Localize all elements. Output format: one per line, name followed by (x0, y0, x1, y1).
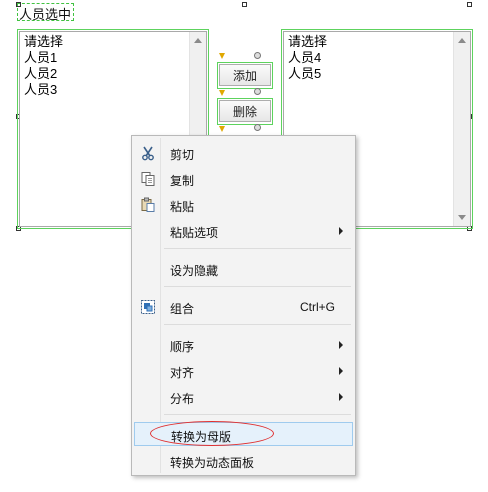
connector-dot-icon (254, 124, 261, 131)
menu-item-label: 组合 (170, 302, 195, 316)
menu-item-label: 粘贴 (170, 200, 195, 214)
menu-item-copy[interactable]: 复制 (134, 167, 353, 191)
right-list-scrollbar[interactable] (453, 32, 470, 226)
menu-item-convert-dynamic-panel[interactable]: 转换为动态面板 (134, 449, 353, 473)
menu-item-order[interactable]: 顺序 (134, 333, 353, 357)
menu-item-label: 顺序 (170, 340, 195, 354)
menu-item-label: 转换为动态面板 (170, 456, 255, 470)
menu-item-label: 分布 (170, 392, 195, 406)
list-item[interactable]: 人员2 (24, 66, 57, 82)
delete-button[interactable]: 删除 (219, 100, 271, 122)
menu-item-group[interactable]: 组合 Ctrl+G (134, 295, 353, 319)
list-item[interactable]: 人员3 (24, 82, 57, 98)
menu-item-label: 粘贴选项 (170, 226, 219, 240)
scroll-down-icon[interactable] (458, 215, 466, 220)
widget-title[interactable]: 人员选中 (19, 4, 71, 23)
menu-item-set-hidden[interactable]: 设为隐藏 (134, 257, 353, 281)
menu-item-label: 设为隐藏 (170, 264, 219, 278)
menu-separator (164, 414, 351, 415)
menu-item-distribute[interactable]: 分布 (134, 385, 353, 409)
menu-item-paste[interactable]: 粘贴 (134, 193, 353, 217)
submenu-arrow-icon (339, 393, 343, 401)
connector-dot-icon (254, 52, 261, 59)
connector-dot-icon (254, 88, 261, 95)
scroll-up-icon[interactable] (194, 38, 202, 43)
list-item[interactable]: 请选择 (24, 34, 63, 50)
copy-icon (141, 172, 155, 186)
interaction-marker-icon (219, 126, 225, 132)
interaction-marker-icon (219, 90, 225, 96)
group-icon (141, 300, 155, 314)
list-item[interactable]: 人员4 (288, 50, 321, 66)
menu-item-label: 对齐 (170, 366, 195, 380)
menu-separator (164, 286, 351, 287)
scissors-icon (142, 146, 154, 161)
selection-handle-top-center[interactable] (242, 2, 247, 7)
submenu-arrow-icon (339, 341, 343, 349)
menu-item-align[interactable]: 对齐 (134, 359, 353, 383)
menu-item-shortcut: Ctrl+G (299, 300, 335, 314)
paste-icon (141, 197, 155, 212)
interaction-marker-icon (219, 53, 225, 59)
annotation-oval (150, 421, 274, 446)
list-item[interactable]: 人员1 (24, 50, 57, 66)
menu-separator (164, 324, 351, 325)
menu-item-paste-options[interactable]: 粘贴选项 (134, 219, 353, 243)
add-button[interactable]: 添加 (219, 64, 271, 86)
menu-separator (164, 248, 351, 249)
menu-item-label: 剪切 (170, 148, 195, 162)
list-item[interactable]: 人员5 (288, 66, 321, 82)
scroll-up-icon[interactable] (458, 38, 466, 43)
submenu-arrow-icon (339, 227, 343, 235)
list-item[interactable]: 请选择 (288, 34, 327, 50)
menu-item-label: 复制 (170, 174, 195, 188)
selection-handle-top-right[interactable] (467, 2, 472, 7)
menu-item-cut[interactable]: 剪切 (134, 141, 353, 165)
submenu-arrow-icon (339, 367, 343, 375)
